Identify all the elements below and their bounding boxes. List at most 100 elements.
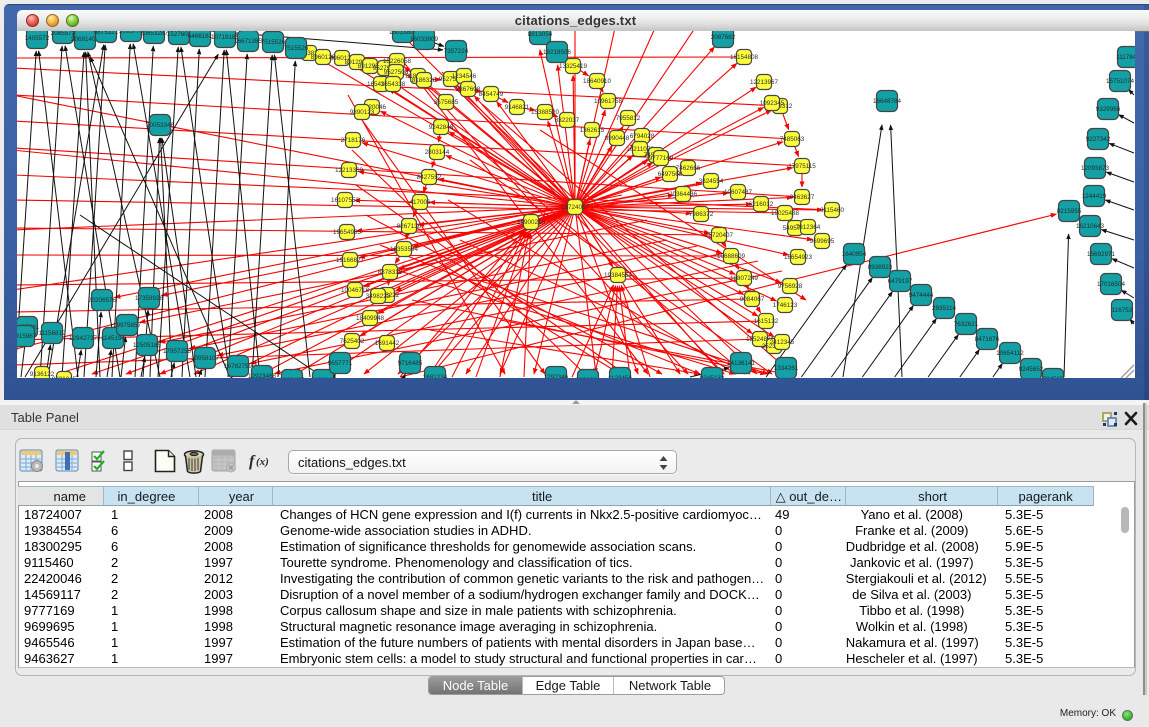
svg-text:9115460: 9115460 — [820, 207, 845, 214]
svg-text:7812364: 7812364 — [796, 224, 821, 231]
svg-text:16782759: 16782759 — [224, 363, 253, 370]
svg-text:9329966: 9329966 — [1096, 106, 1121, 113]
svg-text:13325419: 13325419 — [559, 63, 588, 70]
svg-text:9084067: 9084067 — [740, 296, 765, 303]
svg-text:9699695: 9699695 — [810, 238, 835, 245]
svg-text:9146821: 9146821 — [505, 104, 530, 111]
svg-text:9227342: 9227342 — [1086, 136, 1111, 143]
svg-text:1691442: 1691442 — [375, 340, 400, 347]
svg-text:16353594: 16353594 — [390, 246, 419, 253]
svg-text:3824554: 3824554 — [699, 178, 724, 185]
svg-text:116753: 116753 — [1112, 307, 1133, 314]
svg-text:8813054: 8813054 — [528, 31, 553, 38]
svg-text:3498222: 3498222 — [366, 293, 391, 300]
svg-text:924565: 924565 — [1042, 376, 1064, 378]
svg-text:1654338: 1654338 — [381, 81, 406, 88]
svg-text:8471676: 8471676 — [975, 336, 1000, 343]
svg-text:16671385: 16671385 — [234, 38, 263, 45]
svg-text:17957255: 17957255 — [163, 348, 192, 355]
svg-text:18640910: 18640910 — [583, 78, 612, 85]
svg-text:6479197: 6479197 — [888, 278, 913, 285]
svg-text:9242848: 9242848 — [429, 124, 454, 131]
svg-text:2803144: 2803144 — [425, 149, 450, 156]
svg-text:9756928: 9756928 — [778, 283, 803, 290]
svg-text:1292346: 1292346 — [544, 374, 569, 378]
svg-text:8990448: 8990448 — [605, 135, 630, 142]
svg-text:8427552: 8427552 — [417, 174, 442, 181]
svg-text:1640954: 1640954 — [842, 251, 867, 258]
svg-text:417006: 417006 — [409, 199, 431, 206]
svg-text:3675685: 3675685 — [434, 99, 459, 106]
svg-text:1362615: 1362615 — [580, 127, 605, 134]
svg-text:15692971: 15692971 — [1087, 251, 1116, 258]
svg-text:19384554: 19384554 — [604, 272, 633, 279]
svg-text:2087682: 2087682 — [711, 34, 736, 41]
svg-text:17016504: 17016504 — [1097, 281, 1126, 288]
svg-text:18807249: 18807249 — [730, 275, 759, 282]
svg-text:1334261: 1334261 — [774, 365, 799, 372]
svg-text:19166827: 19166827 — [336, 257, 365, 264]
svg-text:6497568: 6497568 — [658, 171, 683, 178]
svg-text:6216012: 6216012 — [749, 201, 774, 208]
svg-text:12942737: 12942737 — [69, 335, 98, 342]
svg-text:2718176: 2718176 — [341, 137, 366, 144]
svg-text:1123456: 1123456 — [608, 375, 633, 378]
svg-text:14136141: 14136141 — [727, 360, 756, 367]
svg-text:16107553: 16107553 — [331, 197, 360, 204]
svg-text:8186328: 8186328 — [412, 77, 437, 84]
svg-text:1092345: 1092345 — [760, 100, 785, 107]
svg-text:1615132: 1615132 — [754, 318, 779, 325]
svg-text:16210643: 16210643 — [1076, 223, 1105, 230]
svg-text:8123345: 8123345 — [311, 377, 336, 378]
svg-text:7632621: 7632621 — [954, 321, 979, 328]
svg-text:9777169: 9777169 — [649, 155, 674, 162]
svg-text:3915967: 3915967 — [17, 333, 37, 340]
svg-text:20364436: 20364436 — [669, 191, 698, 198]
svg-text:1405572: 1405572 — [25, 35, 50, 42]
svg-text:7515526: 7515526 — [261, 39, 286, 46]
svg-text:16654923: 16654923 — [784, 254, 813, 261]
svg-text:16154808: 16154808 — [730, 54, 759, 61]
svg-text:9474444: 9474444 — [909, 292, 934, 299]
svg-text:1681234: 1681234 — [423, 374, 448, 378]
svg-text:15388520: 15388520 — [531, 109, 560, 116]
svg-text:6466161: 6466161 — [188, 33, 213, 40]
svg-text:6794028: 6794028 — [630, 133, 655, 140]
svg-text:9245133: 9245133 — [700, 375, 725, 378]
svg-text:9657771: 9657771 — [328, 360, 353, 367]
svg-text:2935114: 2935114 — [932, 305, 957, 312]
svg-text:10688609: 10688609 — [717, 253, 746, 260]
svg-text:18409948: 18409948 — [356, 315, 385, 322]
svg-text:11156819: 11156819 — [38, 330, 66, 337]
svg-text:16033809: 16033809 — [410, 36, 439, 43]
svg-text:19975857: 19975857 — [113, 322, 142, 329]
svg-text:15751074: 15751074 — [1106, 78, 1135, 85]
svg-text:7357224: 7357224 — [444, 48, 469, 55]
svg-text:1244419: 1244419 — [1082, 193, 1107, 200]
svg-text:1746123: 1746123 — [773, 302, 798, 309]
svg-text:19025488: 19025488 — [771, 210, 800, 217]
svg-text:9463627: 9463627 — [790, 194, 815, 201]
svg-text:8322037: 8322037 — [555, 117, 580, 124]
svg-text:7485063: 7485063 — [780, 136, 805, 143]
svg-text:12923468: 12923468 — [248, 373, 277, 378]
svg-text:26900215: 26900215 — [517, 219, 546, 226]
svg-text:12093873: 12093873 — [1081, 165, 1110, 172]
svg-text:18724007: 18724007 — [561, 204, 590, 211]
svg-text:9245652: 9245652 — [1019, 366, 1044, 373]
svg-text:9716485: 9716485 — [398, 360, 423, 367]
svg-text:2412345: 2412345 — [770, 339, 795, 346]
svg-text:f: f — [249, 453, 256, 470]
svg-text:20206576: 20206576 — [88, 297, 117, 304]
svg-text:7955812: 7955812 — [616, 115, 641, 122]
svg-text:20053346: 20053346 — [146, 122, 175, 129]
svg-text:8878312: 8878312 — [378, 269, 403, 276]
svg-text:9890123: 9890123 — [350, 109, 375, 116]
svg-text:8938923: 8938923 — [868, 264, 893, 271]
svg-text:8454749: 8454749 — [479, 91, 504, 98]
svg-text:16648784: 16648784 — [873, 98, 902, 105]
svg-text:10654112: 10654112 — [996, 350, 1024, 357]
svg-text:10958107: 10958107 — [191, 355, 220, 362]
svg-text:17359928: 17359928 — [135, 295, 164, 302]
svg-text:7515526: 7515526 — [284, 45, 309, 52]
